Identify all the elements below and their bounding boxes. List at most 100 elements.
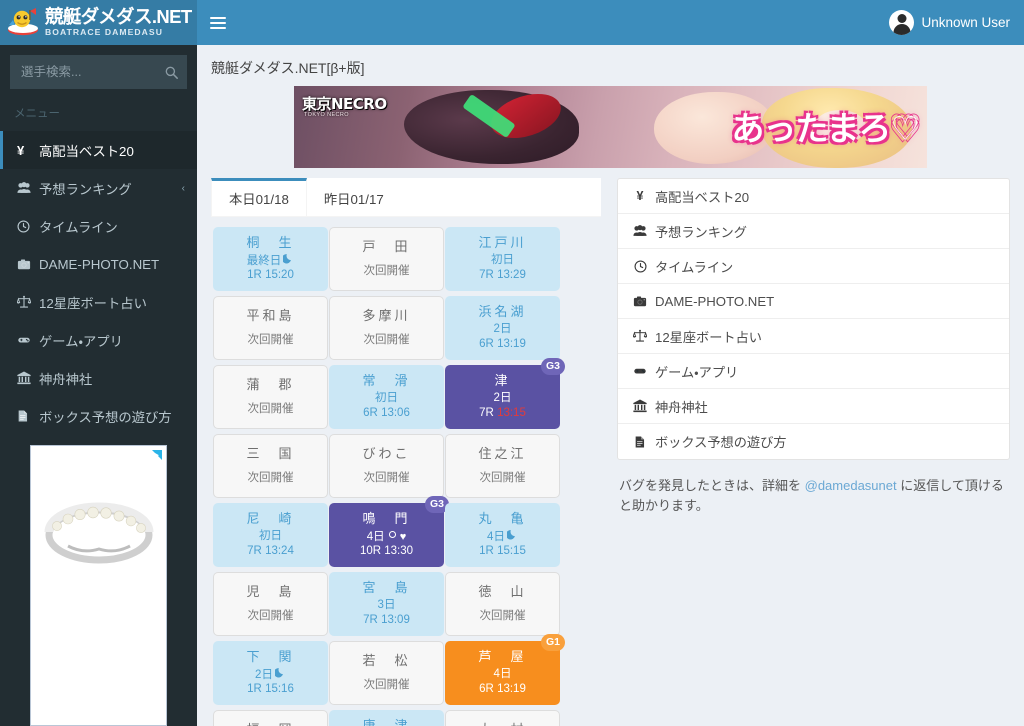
race-venue-name: 丸 亀	[478, 510, 527, 526]
quick-link-item-8[interactable]: ボックス予想の遊び方	[618, 424, 1009, 459]
race-venue-name: びわこ	[362, 446, 411, 462]
quick-link-label: ゲーム・アプリ	[655, 364, 739, 380]
race-day-label: 初日	[375, 392, 398, 405]
quick-link-item-7[interactable]: 神舟神社	[618, 389, 1009, 424]
race-cell[interactable]: 三 国次回開催	[213, 434, 328, 498]
race-cell[interactable]: 大 村次回開催	[445, 710, 560, 726]
race-day-label: 4日	[366, 530, 385, 543]
sidebar-item-1[interactable]: ¥ 高配当ベスト20	[0, 131, 197, 169]
sun-icon	[387, 529, 398, 540]
damedasunet-link[interactable]: @damedasunet	[805, 478, 897, 493]
race-cell[interactable]: 鳴 門 4日 ♥ 10R 13:30 G3	[329, 496, 449, 567]
logo-text: 競艇ダメダス.NET BOATRACE DAMEDASU	[45, 7, 192, 37]
race-cell[interactable]: 浜名湖 2日 6R 13:19	[445, 296, 560, 360]
race-cell[interactable]: 徳 山次回開催	[445, 572, 560, 636]
race-status: 次回開催	[363, 471, 410, 484]
logo-area[interactable]: 競艇ダメダス.NET BOATRACE DAMEDASU	[0, 0, 197, 45]
race-grade-badge: G1	[540, 634, 565, 651]
race-cell[interactable]: 児 島次回開催	[213, 572, 328, 636]
race-status: 次回開催	[247, 402, 294, 415]
race-number: 10R	[359, 545, 382, 558]
sidebar-item-5[interactable]: 12星座ボート占い	[0, 283, 197, 321]
sidebar-item-2[interactable]: 予想ランキング ‹	[0, 169, 197, 207]
race-number: 7R	[479, 406, 494, 419]
user-menu[interactable]: Unknown User	[879, 0, 1024, 45]
race-venue-name: 芦 屋	[478, 649, 527, 665]
race-cell[interactable]: 芦 屋 4日 6R 13:19 G1	[445, 634, 565, 705]
user-name-label: Unknown User	[921, 15, 1010, 30]
sidebar-item-3[interactable]: タイムライン	[0, 207, 197, 245]
race-cell[interactable]: 下 関 2日 1R 15:16	[213, 641, 328, 705]
user-avatar-icon	[889, 10, 915, 35]
bank-icon	[17, 371, 39, 385]
sidebar-item-7[interactable]: 神舟神社	[0, 359, 197, 397]
sidebar-ad[interactable]	[30, 445, 167, 726]
race-cell[interactable]: 尼 崎初日 7R 13:24	[213, 503, 328, 567]
race-cell[interactable]: 唐 津初日10R 13:28	[329, 710, 444, 726]
race-venue-name: 蒲 郡	[246, 377, 295, 393]
sidebar-item-8[interactable]: ボックス予想の遊び方	[0, 397, 197, 435]
race-cell[interactable]: 戸 田次回開催	[329, 227, 444, 291]
race-venue-name: 浜名湖	[478, 304, 527, 320]
quick-link-item-3[interactable]: タイムライン	[618, 249, 1009, 284]
banner-wrap: 東京NECRO TOKYO NECRO あったまろ♡	[197, 78, 1024, 168]
race-cell[interactable]: 津 2日 7R 13:15 G3	[445, 358, 565, 429]
race-cell[interactable]: 平和島 次回開催	[213, 296, 328, 360]
quick-link-label: タイムライン	[655, 259, 734, 275]
search-icon[interactable]	[156, 56, 186, 88]
race-venue-name: 鳴 門	[362, 510, 411, 526]
race-cell[interactable]: 宮 島 3日 7R 13:09	[329, 572, 444, 636]
quick-link-item-2[interactable]: 予想ランキング	[618, 214, 1009, 249]
race-cell[interactable]: 江戸川 初日 7R 13:29	[445, 227, 560, 291]
race-cell[interactable]: 若 松次回開催	[329, 641, 444, 705]
race-start-time: 13:06	[381, 406, 410, 419]
sidebar-menu-header: メニュー	[14, 108, 60, 120]
quick-link-label: 神舟神社	[655, 399, 708, 415]
tab-1[interactable]: 本日01/18	[211, 178, 307, 216]
quick-link-item-5[interactable]: 12星座ボート占い	[618, 319, 1009, 354]
race-cell[interactable]: 福 岡次回開催	[213, 710, 328, 726]
race-number: 7R	[479, 268, 494, 281]
hamburger-icon[interactable]	[197, 0, 239, 45]
race-number: 1R	[247, 269, 262, 282]
race-cell[interactable]: 丸 亀 4日 1R 15:15	[445, 503, 560, 567]
camera-icon	[632, 295, 648, 308]
search-box[interactable]	[10, 55, 187, 89]
sidebar-item-4[interactable]: DAME-PHOTO.NET	[0, 245, 197, 283]
race-venue-name: 住之江	[478, 446, 527, 462]
quick-link-label: DAME-PHOTO.NET	[655, 293, 775, 309]
banner-logo-subtext: TOKYO NECRO	[304, 112, 349, 118]
race-venue-name: 津	[494, 373, 511, 389]
race-number: 7R	[247, 544, 262, 557]
race-cell[interactable]: 多摩川 次回開催	[329, 296, 444, 360]
race-day: 4日	[494, 667, 512, 682]
tab-2[interactable]: 昨日01/17	[307, 178, 401, 216]
race-number: 7R	[363, 613, 378, 626]
moon-icon	[274, 667, 286, 678]
heart-icon: ♥	[399, 530, 407, 543]
sidebar-item-label: 12星座ボート占い	[39, 295, 147, 311]
sidebar-item-6[interactable]: ゲーム・アプリ	[0, 321, 197, 359]
race-start-time: 15:15	[497, 545, 526, 558]
yen-icon: ¥	[17, 142, 25, 158]
race-time: 1R 15:16	[247, 682, 294, 697]
quick-link-item-4[interactable]: DAME-PHOTO.NET	[618, 284, 1009, 319]
race-time: 7R 13:29	[479, 268, 526, 283]
race-venue-name: 唐 津	[362, 717, 411, 726]
adchoices-icon[interactable]	[150, 448, 164, 461]
race-cell[interactable]: びわこ 次回開催	[329, 434, 444, 498]
quick-link-label: 12星座ボート占い	[655, 329, 762, 345]
race-cell[interactable]: 住之江 次回開催	[445, 434, 560, 498]
race-cell[interactable]: 蒲 郡次回開催	[213, 365, 328, 429]
quick-link-item-6[interactable]: ゲーム・アプリ	[618, 354, 1009, 389]
yen-icon: ¥	[636, 189, 644, 203]
race-cell[interactable]: 常 滑初日 6R 13:06	[329, 365, 444, 429]
balance-scale-icon	[17, 295, 39, 309]
tokyo-necro-banner-ad[interactable]: 東京NECRO TOKYO NECRO あったまろ♡	[294, 86, 927, 168]
quick-link-item-1[interactable]: ¥ 高配当ベスト20	[618, 179, 1009, 214]
race-cell[interactable]: 桐 生最終日 1R 15:20	[213, 227, 328, 291]
race-grade-badge: G3	[540, 358, 565, 375]
race-start-time: 13:30	[384, 545, 414, 558]
chevron-left-icon[interactable]: ‹	[182, 183, 185, 194]
race-venue-name: 常 滑	[362, 373, 411, 389]
